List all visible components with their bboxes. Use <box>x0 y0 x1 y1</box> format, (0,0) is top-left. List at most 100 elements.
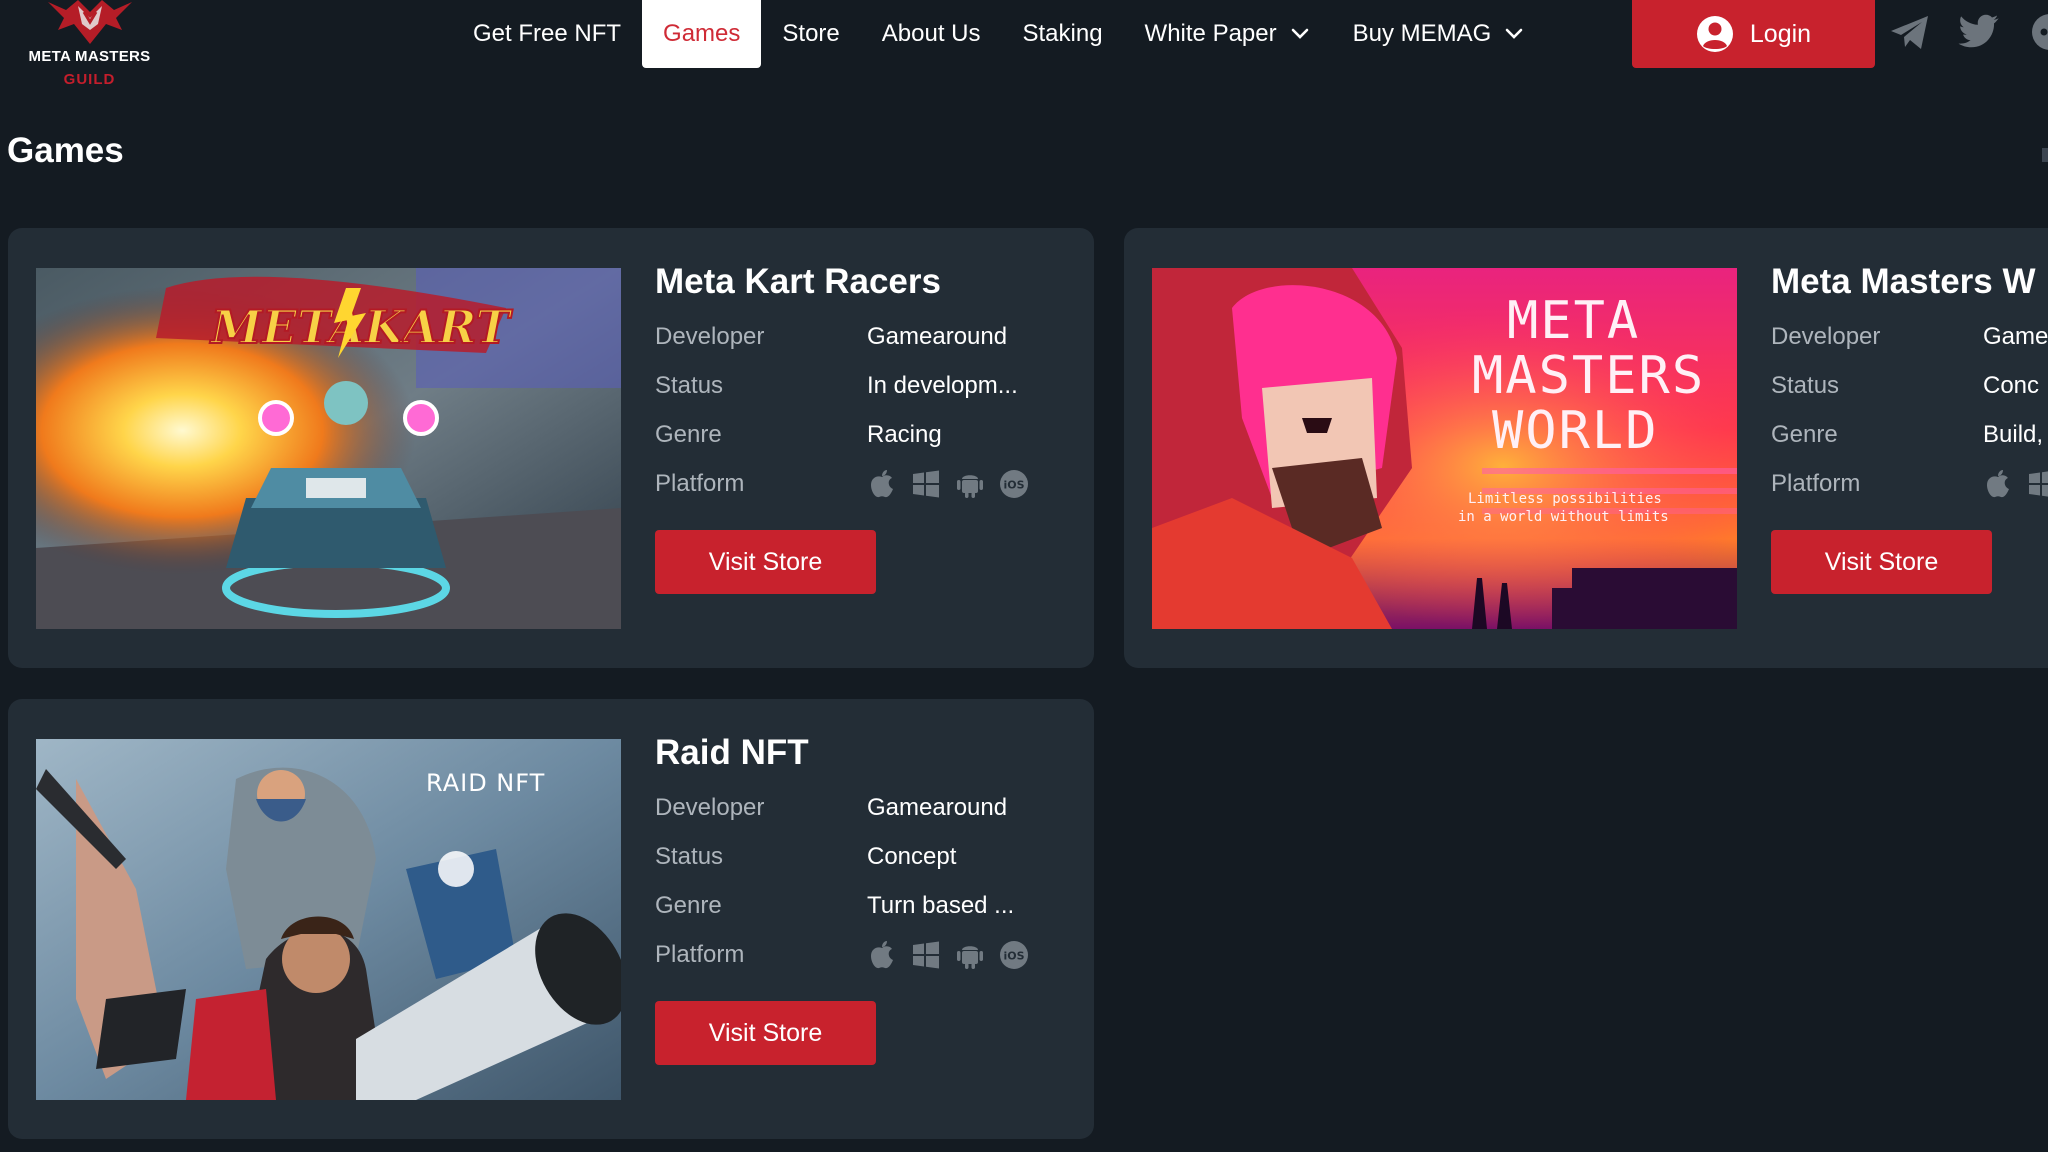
windows-icon <box>911 469 941 499</box>
svg-text:iOS: iOS <box>1003 478 1024 491</box>
platform-icons: iOS <box>867 469 1029 499</box>
visit-store-button[interactable]: Visit Store <box>655 1001 876 1065</box>
logo-text: META MASTERS <box>28 48 151 65</box>
nav-store[interactable]: Store <box>761 0 860 68</box>
developer-value: Game <box>1983 322 2048 350</box>
nav-buy-memag[interactable]: Buy MEMAG <box>1332 0 1547 68</box>
platform-icons: iOS <box>867 940 1029 970</box>
developer-row: Developer Gamearound <box>655 312 1075 361</box>
apple-icon <box>867 940 897 970</box>
main-nav: Get Free NFT Games Store About Us Stakin… <box>452 0 1546 68</box>
game-info: Developer Game Status Conc Genre Build, … <box>1771 312 2048 508</box>
ios-icon: iOS <box>999 940 1029 970</box>
status-label: Status <box>1771 371 1840 399</box>
discord-icon[interactable] <box>2028 10 2048 54</box>
twitter-icon[interactable] <box>1958 10 2002 54</box>
developer-label: Developer <box>1771 322 1881 350</box>
game-title: Raid NFT <box>655 733 809 772</box>
status-value: Concept <box>867 842 957 870</box>
genre-label: Genre <box>1771 420 1838 448</box>
game-info: Developer Gamearound Status Concept Genr… <box>655 783 1075 979</box>
developer-label: Developer <box>655 322 765 350</box>
nav-get-free-nft[interactable]: Get Free NFT <box>452 0 642 68</box>
artwork-title: METAKART <box>209 300 514 354</box>
game-card: META MASTERS WORLD Limitless possibiliti… <box>1124 228 2048 668</box>
artwork-tagline-1: Limitless possibilities <box>1468 491 1662 507</box>
artwork-title: RAID NFT <box>426 769 545 797</box>
platform-row: Platform <box>1771 459 2048 508</box>
game-card: RAID NFT Raid NFT Developer Gamearound S… <box>8 699 1094 1139</box>
nav-white-paper[interactable]: White Paper <box>1124 0 1332 68</box>
developer-value: Gamearound <box>867 793 1008 821</box>
genre-value: Racing <box>867 420 942 448</box>
platform-row: Platform iOS <box>655 459 1075 508</box>
raid-nft-artwork: RAID NFT <box>36 739 621 1100</box>
developer-row: Developer Game <box>1771 312 2048 361</box>
android-icon <box>955 940 985 970</box>
games-page: META MASTERS GUILD Get Free NFT Games St… <box>0 0 2048 1152</box>
login-button[interactable]: Login <box>1632 0 1875 68</box>
logo-subtext: GUILD <box>63 71 116 88</box>
page-title: Games <box>7 131 124 170</box>
genre-row: Genre Racing <box>655 410 1075 459</box>
nav-label: Games <box>663 20 741 47</box>
site-logo[interactable]: META MASTERS GUILD <box>22 0 157 92</box>
nav-label: Buy MEMAG <box>1352 20 1492 47</box>
telegram-icon[interactable] <box>1888 10 1932 54</box>
artwork-title-line2: MASTERS <box>1472 346 1705 406</box>
visit-store-button[interactable]: Visit Store <box>1771 530 1992 594</box>
game-title: Meta Masters W <box>1771 262 2036 301</box>
chevron-down-icon <box>1506 28 1523 39</box>
ios-icon: iOS <box>999 469 1029 499</box>
platform-label: Platform <box>655 940 745 968</box>
meta-kart-artwork: METAKART <box>36 268 621 629</box>
android-icon <box>955 469 985 499</box>
nav-about-us[interactable]: About Us <box>861 0 1002 68</box>
platform-icons <box>1983 469 2048 499</box>
game-card: METAKART Meta Kart Racers Developer Game… <box>8 228 1094 668</box>
site-header: META MASTERS GUILD Get Free NFT Games St… <box>0 0 2048 92</box>
nav-label: Store <box>782 20 840 47</box>
game-cover-image[interactable]: RAID NFT <box>36 739 621 1100</box>
platform-label: Platform <box>1771 469 1861 497</box>
game-cover-image[interactable]: META MASTERS WORLD Limitless possibiliti… <box>1152 268 1737 629</box>
svg-text:iOS: iOS <box>1003 949 1024 962</box>
login-label: Login <box>1749 19 1812 48</box>
visit-store-button[interactable]: Visit Store <box>655 530 876 594</box>
genre-label: Genre <box>655 420 722 448</box>
nav-label: About Us <box>881 20 981 47</box>
developer-value: Gamearound <box>867 322 1008 350</box>
artwork-tagline-2: in a world without limits <box>1458 509 1669 525</box>
status-row: Status Concept <box>655 832 1075 881</box>
nav-label: Get Free NFT <box>473 20 622 47</box>
developer-label: Developer <box>655 793 765 821</box>
nav-label: Staking <box>1022 20 1103 47</box>
genre-value: Build, <box>1983 420 2044 448</box>
status-value: In developm... <box>867 371 1018 399</box>
windows-icon <box>911 940 941 970</box>
game-title: Meta Kart Racers <box>655 262 941 301</box>
nav-staking[interactable]: Staking <box>1001 0 1123 68</box>
nav-label: White Paper <box>1144 20 1277 47</box>
artwork-title-line1: META <box>1507 291 1640 351</box>
platform-label: Platform <box>655 469 745 497</box>
status-value: Conc <box>1983 371 2040 399</box>
genre-row: Genre Turn based ... <box>655 881 1075 930</box>
genre-label: Genre <box>655 891 722 919</box>
artwork-title-line3: WORLD <box>1492 401 1659 461</box>
status-row: Status Conc <box>1771 361 2048 410</box>
status-label: Status <box>655 371 724 399</box>
apple-icon <box>867 469 897 499</box>
game-info: Developer Gamearound Status In developm.… <box>655 312 1075 508</box>
nav-games[interactable]: Games <box>642 0 762 68</box>
chevron-down-icon <box>1291 28 1308 39</box>
apple-icon <box>1983 469 2013 499</box>
game-cover-image[interactable]: METAKART <box>36 268 621 629</box>
status-label: Status <box>655 842 724 870</box>
genre-row: Genre Build, <box>1771 410 2048 459</box>
windows-icon <box>2027 469 2048 499</box>
status-row: Status In developm... <box>655 361 1075 410</box>
platform-row: Platform iOS <box>655 930 1075 979</box>
developer-row: Developer Gamearound <box>655 783 1075 832</box>
scrollbar-thumb[interactable] <box>2042 148 2048 162</box>
